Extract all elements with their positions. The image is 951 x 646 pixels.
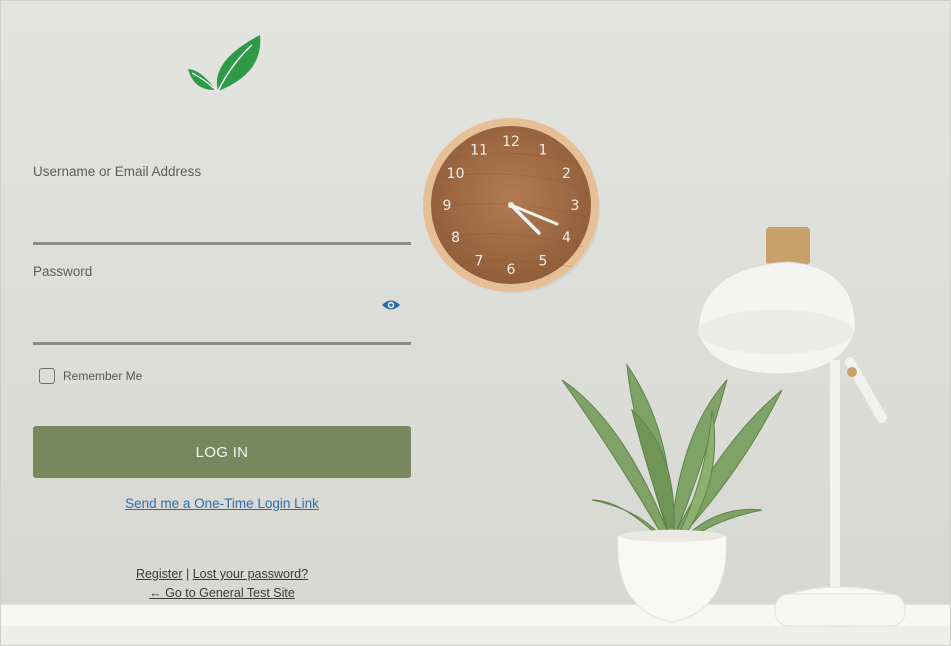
register-link[interactable]: Register (136, 567, 183, 581)
footer-links: Register | Lost your password? ← Go to G… (33, 565, 411, 603)
login-page: 12 1 2 3 4 5 6 7 8 9 10 11 Username or E… (0, 0, 951, 646)
clock-number: 6 (507, 262, 516, 278)
clock-number: 2 (562, 166, 571, 182)
username-input[interactable] (33, 212, 411, 245)
wall-clock-image: 121234567891011 (423, 118, 600, 293)
clock-number: 4 (562, 230, 571, 246)
clock-number: 7 (475, 253, 484, 269)
clock-number: 12 (502, 134, 520, 150)
desk-lamp-image (697, 227, 906, 628)
remember-me-checkbox[interactable] (39, 368, 55, 384)
clock-number: 3 (571, 198, 580, 214)
clock-number: 5 (539, 253, 548, 269)
eye-icon[interactable] (381, 298, 401, 312)
login-button[interactable]: LOG IN (33, 426, 411, 478)
password-input[interactable] (33, 312, 411, 345)
clock-number: 11 (470, 143, 488, 159)
clock-number: 1 (539, 143, 548, 159)
clock-number: 9 (443, 198, 452, 214)
password-label: Password (33, 264, 93, 279)
remember-me-row: Remember Me (39, 368, 142, 384)
remember-me-label: Remember Me (63, 369, 143, 383)
footer-row-account: Register | Lost your password? (33, 565, 411, 584)
back-to-site-link[interactable]: ← Go to General Test Site (149, 586, 295, 600)
clock-number: 10 (447, 166, 465, 182)
footer-separator: | (185, 567, 190, 581)
footer-row-back: ← Go to General Test Site (33, 584, 411, 603)
lost-password-link[interactable]: Lost your password? (193, 567, 308, 581)
leaf-logo-icon (188, 35, 261, 92)
clock-number: 8 (451, 230, 460, 246)
one-time-login-link[interactable]: Send me a One-Time Login Link (33, 496, 411, 511)
username-label: Username or Email Address (33, 164, 202, 179)
